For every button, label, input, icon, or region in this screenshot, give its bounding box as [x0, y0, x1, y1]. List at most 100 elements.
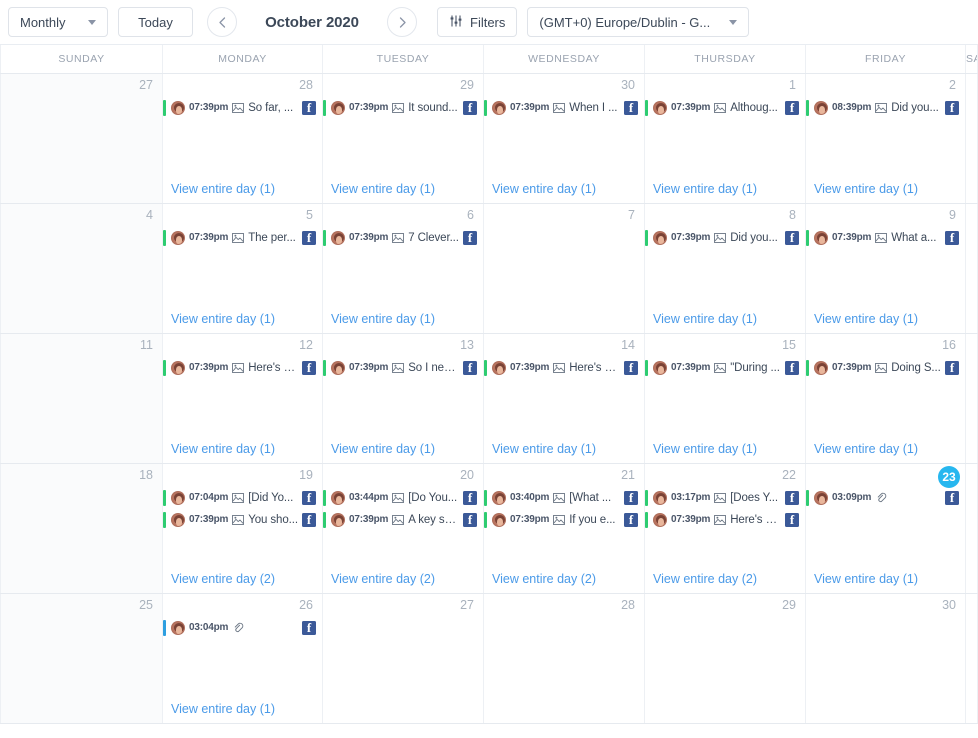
calendar-day-cell[interactable]: 5 07:39pm The per... View entire day (1): [163, 204, 323, 333]
calendar-event[interactable]: 03:04pm: [163, 618, 320, 637]
calendar-day-cell[interactable]: 19 07:04pm [Did Yo... 07:39pm You sho... View…: [163, 464, 323, 593]
view-entire-day-link[interactable]: View entire day (2): [331, 572, 435, 586]
calendar-event[interactable]: 07:04pm [Did Yo...: [163, 488, 320, 507]
calendar-day-cell[interactable]: 20 03:44pm [Do You... 07:39pm A key se... Vie…: [323, 464, 484, 593]
view-entire-day-link[interactable]: View entire day (1): [171, 182, 275, 196]
calendar-event[interactable]: 07:39pm Here's a...: [484, 358, 642, 377]
calendar-day-cell[interactable]: 30: [806, 594, 966, 723]
calendar-event[interactable]: 07:39pm If you e...: [484, 510, 642, 529]
view-entire-day-link[interactable]: View entire day (1): [331, 182, 435, 196]
calendar-day-cell[interactable]: 6 07:39pm 7 Clever... View entire day (1): [323, 204, 484, 333]
view-entire-day-link[interactable]: View entire day (1): [492, 442, 596, 456]
calendar-day-cell[interactable]: 25: [0, 594, 163, 723]
calendar-day-cell[interactable]: 29 07:39pm It sound... View entire day (1): [323, 74, 484, 203]
view-entire-day-link[interactable]: View entire day (1): [653, 312, 757, 326]
calendar-event[interactable]: 07:39pm So far, ...: [163, 98, 320, 117]
calendar-event[interactable]: 07:39pm Here's a...: [163, 358, 320, 377]
event-time: 07:39pm: [671, 232, 711, 243]
calendar-day-cell[interactable]: 27: [0, 74, 163, 203]
calendar-event[interactable]: 07:39pm So I nee...: [323, 358, 481, 377]
day-number: 22: [782, 468, 796, 482]
calendar-day-cell[interactable]: 13 07:39pm So I nee... View entire day (1): [323, 334, 484, 463]
view-entire-day-link[interactable]: View entire day (1): [331, 442, 435, 456]
calendar-day-cell[interactable]: 29: [645, 594, 806, 723]
calendar-day-cell[interactable]: [966, 334, 978, 463]
timezone-select[interactable]: (GMT+0) Europe/Dublin - G...: [527, 7, 750, 37]
calendar-event[interactable]: 07:39pm Here's a...: [645, 510, 803, 529]
calendar-day-cell[interactable]: 15 07:39pm "During ... View entire day (1): [645, 334, 806, 463]
view-entire-day-link[interactable]: View entire day (1): [814, 312, 918, 326]
view-entire-day-link[interactable]: View entire day (1): [814, 442, 918, 456]
event-time: 07:39pm: [671, 102, 711, 113]
calendar-day-cell[interactable]: [966, 464, 978, 593]
calendar-event[interactable]: 07:39pm Did you...: [645, 228, 803, 247]
view-entire-day-link[interactable]: View entire day (1): [331, 312, 435, 326]
calendar-day-cell[interactable]: 4: [0, 204, 163, 333]
event-text: 7 Clever...: [408, 231, 459, 244]
calendar-event[interactable]: 07:39pm Doing S...: [806, 358, 963, 377]
avatar: [331, 490, 345, 505]
view-entire-day-link[interactable]: View entire day (2): [653, 572, 757, 586]
calendar-event[interactable]: 08:39pm Did you...: [806, 98, 963, 117]
calendar-day-cell[interactable]: 28: [484, 594, 645, 723]
view-entire-day-link[interactable]: View entire day (1): [171, 312, 275, 326]
calendar-event[interactable]: 03:44pm [Do You...: [323, 488, 481, 507]
calendar-event[interactable]: 07:39pm Althoug...: [645, 98, 803, 117]
calendar-event[interactable]: 07:39pm You sho...: [163, 510, 320, 529]
calendar-day-cell[interactable]: 11: [0, 334, 163, 463]
view-entire-day-link[interactable]: View entire day (1): [171, 702, 275, 716]
facebook-icon: [302, 512, 316, 527]
calendar-event[interactable]: 07:39pm "During ...: [645, 358, 803, 377]
view-entire-day-link[interactable]: View entire day (1): [653, 182, 757, 196]
view-entire-day-link[interactable]: View entire day (1): [492, 182, 596, 196]
calendar-day-cell[interactable]: 18: [0, 464, 163, 593]
view-entire-day-link[interactable]: View entire day (2): [171, 572, 275, 586]
calendar-day-cell[interactable]: 8 07:39pm Did you... View entire day (1): [645, 204, 806, 333]
calendar-day-cell[interactable]: 12 07:39pm Here's a... View entire day (1): [163, 334, 323, 463]
calendar-day-cell[interactable]: [966, 204, 978, 333]
calendar-event[interactable]: 03:40pm [What ...: [484, 488, 642, 507]
calendar-event[interactable]: 07:39pm It sound...: [323, 98, 481, 117]
calendar-day-cell[interactable]: 27: [323, 594, 484, 723]
calendar-event[interactable]: 07:39pm A key se...: [323, 510, 481, 529]
calendar-event[interactable]: 07:39pm 7 Clever...: [323, 228, 481, 247]
calendar-event[interactable]: 07:39pm When I ...: [484, 98, 642, 117]
view-mode-select[interactable]: Monthly: [8, 7, 108, 37]
calendar-day-cell[interactable]: 23 03:09pm View entire day (1): [806, 464, 966, 593]
calendar-day-cell[interactable]: 7: [484, 204, 645, 333]
avatar: [492, 360, 506, 375]
calendar-day-cell[interactable]: 21 03:40pm [What ... 07:39pm If you e... View…: [484, 464, 645, 593]
next-month-button[interactable]: [387, 7, 417, 37]
calendar-day-cell[interactable]: 22 03:17pm [Does Y... 07:39pm Here's a... Vie…: [645, 464, 806, 593]
calendar-event[interactable]: 03:09pm: [806, 488, 963, 507]
calendar-day-cell[interactable]: [966, 74, 978, 203]
calendar-day-cell[interactable]: 16 07:39pm Doing S... View entire day (1): [806, 334, 966, 463]
view-entire-day-link[interactable]: View entire day (1): [814, 182, 918, 196]
calendar-day-cell[interactable]: 2 08:39pm Did you... View entire day (1): [806, 74, 966, 203]
calendar-day-cell[interactable]: 28 07:39pm So far, ... View entire day (1): [163, 74, 323, 203]
calendar-event[interactable]: 07:39pm What a...: [806, 228, 963, 247]
calendar-day-cell[interactable]: 26 03:04pm View entire day (1): [163, 594, 323, 723]
avatar: [171, 230, 185, 245]
event-time: 07:39pm: [189, 362, 229, 373]
calendar-day-cell[interactable]: 14 07:39pm Here's a... View entire day (1): [484, 334, 645, 463]
calendar-day-cell[interactable]: 1 07:39pm Althoug... View entire day (1): [645, 74, 806, 203]
previous-month-button[interactable]: [207, 7, 237, 37]
calendar-event[interactable]: 07:39pm The per...: [163, 228, 320, 247]
view-entire-day-link[interactable]: View entire day (1): [814, 572, 918, 586]
view-entire-day-link[interactable]: View entire day (2): [492, 572, 596, 586]
facebook-icon: [302, 620, 316, 635]
event-status-bar: [645, 229, 648, 246]
today-button[interactable]: Today: [118, 7, 193, 37]
event-status-bar: [484, 489, 487, 506]
day-number: 16: [942, 338, 956, 352]
calendar-day-cell[interactable]: 9 07:39pm What a... View entire day (1): [806, 204, 966, 333]
calendar-day-cell[interactable]: 30 07:39pm When I ... View entire day (1): [484, 74, 645, 203]
filters-button[interactable]: Filters: [437, 7, 518, 37]
view-entire-day-link[interactable]: View entire day (1): [171, 442, 275, 456]
day-events-list: 07:39pm So far, ...: [163, 98, 322, 117]
calendar-day-cell[interactable]: [966, 594, 978, 723]
facebook-icon: [463, 360, 477, 375]
calendar-event[interactable]: 03:17pm [Does Y...: [645, 488, 803, 507]
view-entire-day-link[interactable]: View entire day (1): [653, 442, 757, 456]
